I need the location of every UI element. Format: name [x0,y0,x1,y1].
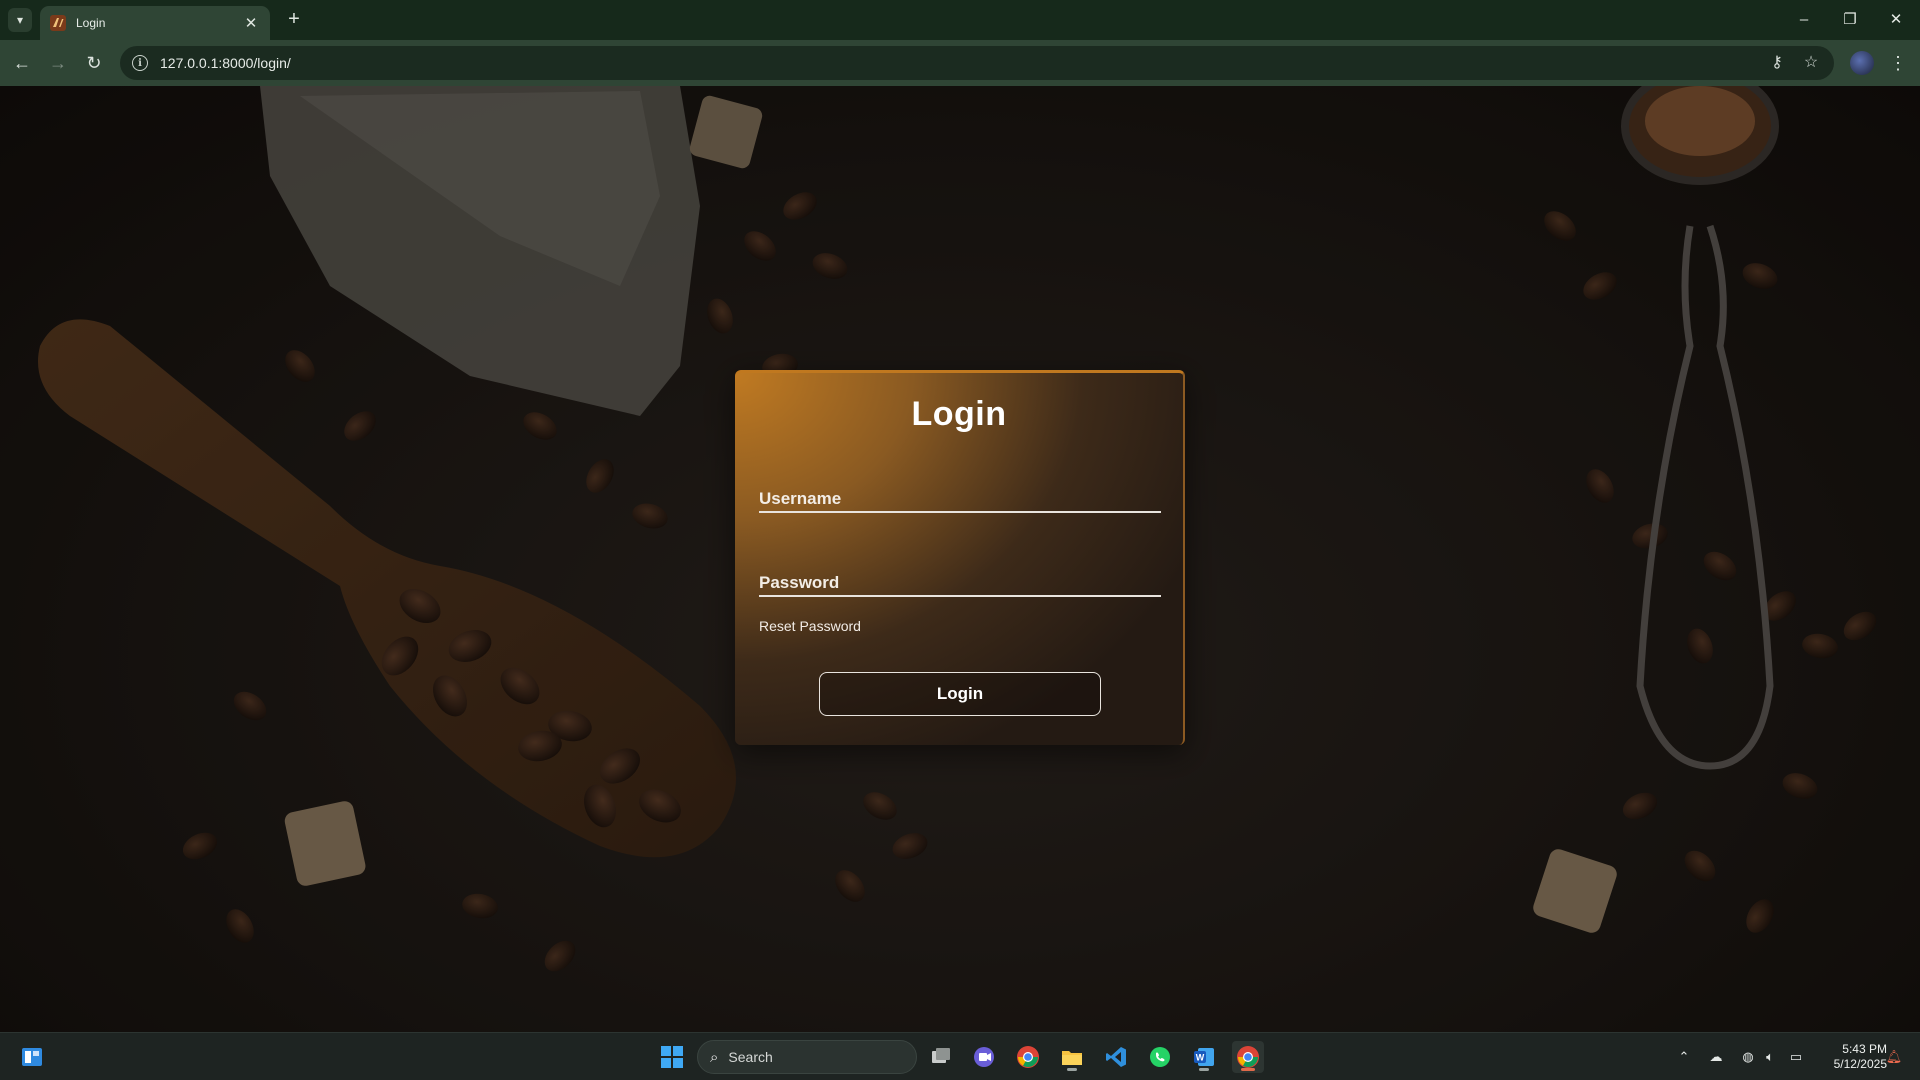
windows-taskbar: ⌕ Search W ⌃ ☁ ◍ 🔈︎ ▭ 5:43 PM 5/12/2025 … [0,1032,1920,1080]
clock-date: 5/12/2025 [1833,1057,1887,1071]
whatsapp-icon[interactable] [1144,1041,1176,1073]
minimize-button[interactable]: – [1784,6,1824,34]
running-indicator [1199,1068,1209,1071]
reload-icon[interactable]: ↻ [80,49,108,77]
network-globe-icon[interactable]: ◍ [1738,1047,1758,1067]
clock-time: 5:43 PM [1842,1042,1887,1056]
volume-icon[interactable]: 🔈︎ [1760,1047,1780,1067]
reset-password-link[interactable]: Reset Password [759,618,861,634]
onedrive-offline-icon[interactable]: ☁ [1706,1047,1726,1067]
browser-toolbar: ← → ↻ i 127.0.0.1:8000/login/ ⚷ ☆ ⋮ [0,40,1920,86]
password-key-icon[interactable]: ⚷ [1766,52,1788,74]
username-input[interactable] [759,483,1161,511]
site-info-icon[interactable]: i [132,55,148,71]
start-icon[interactable] [656,1041,688,1073]
chrome-icon[interactable] [1012,1041,1044,1073]
username-field: Username [759,483,1161,513]
tab-search-chevron-icon[interactable]: ▾ [8,8,32,32]
tab-login[interactable]: Login ✕ [40,6,270,40]
tab-title: Login [76,16,106,30]
taskbar-clock[interactable]: 5:43 PM 5/12/2025 [1815,1042,1887,1072]
svg-text:W: W [1196,1053,1205,1063]
address-bar[interactable]: i 127.0.0.1:8000/login/ ⚷ ☆ [120,46,1834,80]
battery-icon[interactable]: ▭ [1786,1047,1806,1067]
close-window-button[interactable]: ✕ [1876,6,1916,34]
new-tab-button[interactable]: + [282,8,306,32]
widgets-icon[interactable] [16,1041,48,1073]
password-input[interactable] [759,567,1161,595]
running-indicator [1067,1068,1077,1071]
browser-menu-icon[interactable]: ⋮ [1886,49,1910,77]
file-explorer-icon[interactable] [1056,1041,1088,1073]
login-button[interactable]: Login [819,672,1101,716]
back-arrow-icon[interactable]: ← [8,49,36,77]
django-favicon-icon [50,15,66,31]
forward-arrow-icon[interactable]: → [44,49,72,77]
url-text: 127.0.0.1:8000/login/ [160,55,291,71]
notification-bell-icon[interactable]: 🔔︎ [1884,1047,1904,1067]
login-title: Login [911,395,1007,433]
vscode-icon[interactable] [1100,1041,1132,1073]
password-field: Password [759,567,1161,597]
chrome-active-icon[interactable] [1232,1041,1264,1073]
active-indicator [1241,1068,1255,1071]
login-page: Login Username Password Reset Password L… [0,86,1920,1032]
word-icon[interactable]: W [1188,1041,1220,1073]
taskbar-search-label: Search [728,1049,773,1065]
login-form: Login Username Password Reset Password L… [735,370,1185,745]
taskbar-search-box[interactable]: ⌕ Search [697,1040,917,1074]
show-hidden-icons-chevron-icon[interactable]: ⌃ [1674,1047,1694,1067]
task-view-icon[interactable] [925,1041,957,1073]
browser-tab-bar: ▾ Login ✕ + – ❐ ✕ [0,0,1920,40]
meet-icon[interactable] [968,1041,1000,1073]
tab-close-icon[interactable]: ✕ [242,14,260,32]
bookmark-star-icon[interactable]: ☆ [1800,52,1822,74]
restore-button[interactable]: ❐ [1830,6,1870,34]
profile-avatar[interactable] [1850,51,1874,75]
search-icon: ⌕ [710,1048,719,1066]
